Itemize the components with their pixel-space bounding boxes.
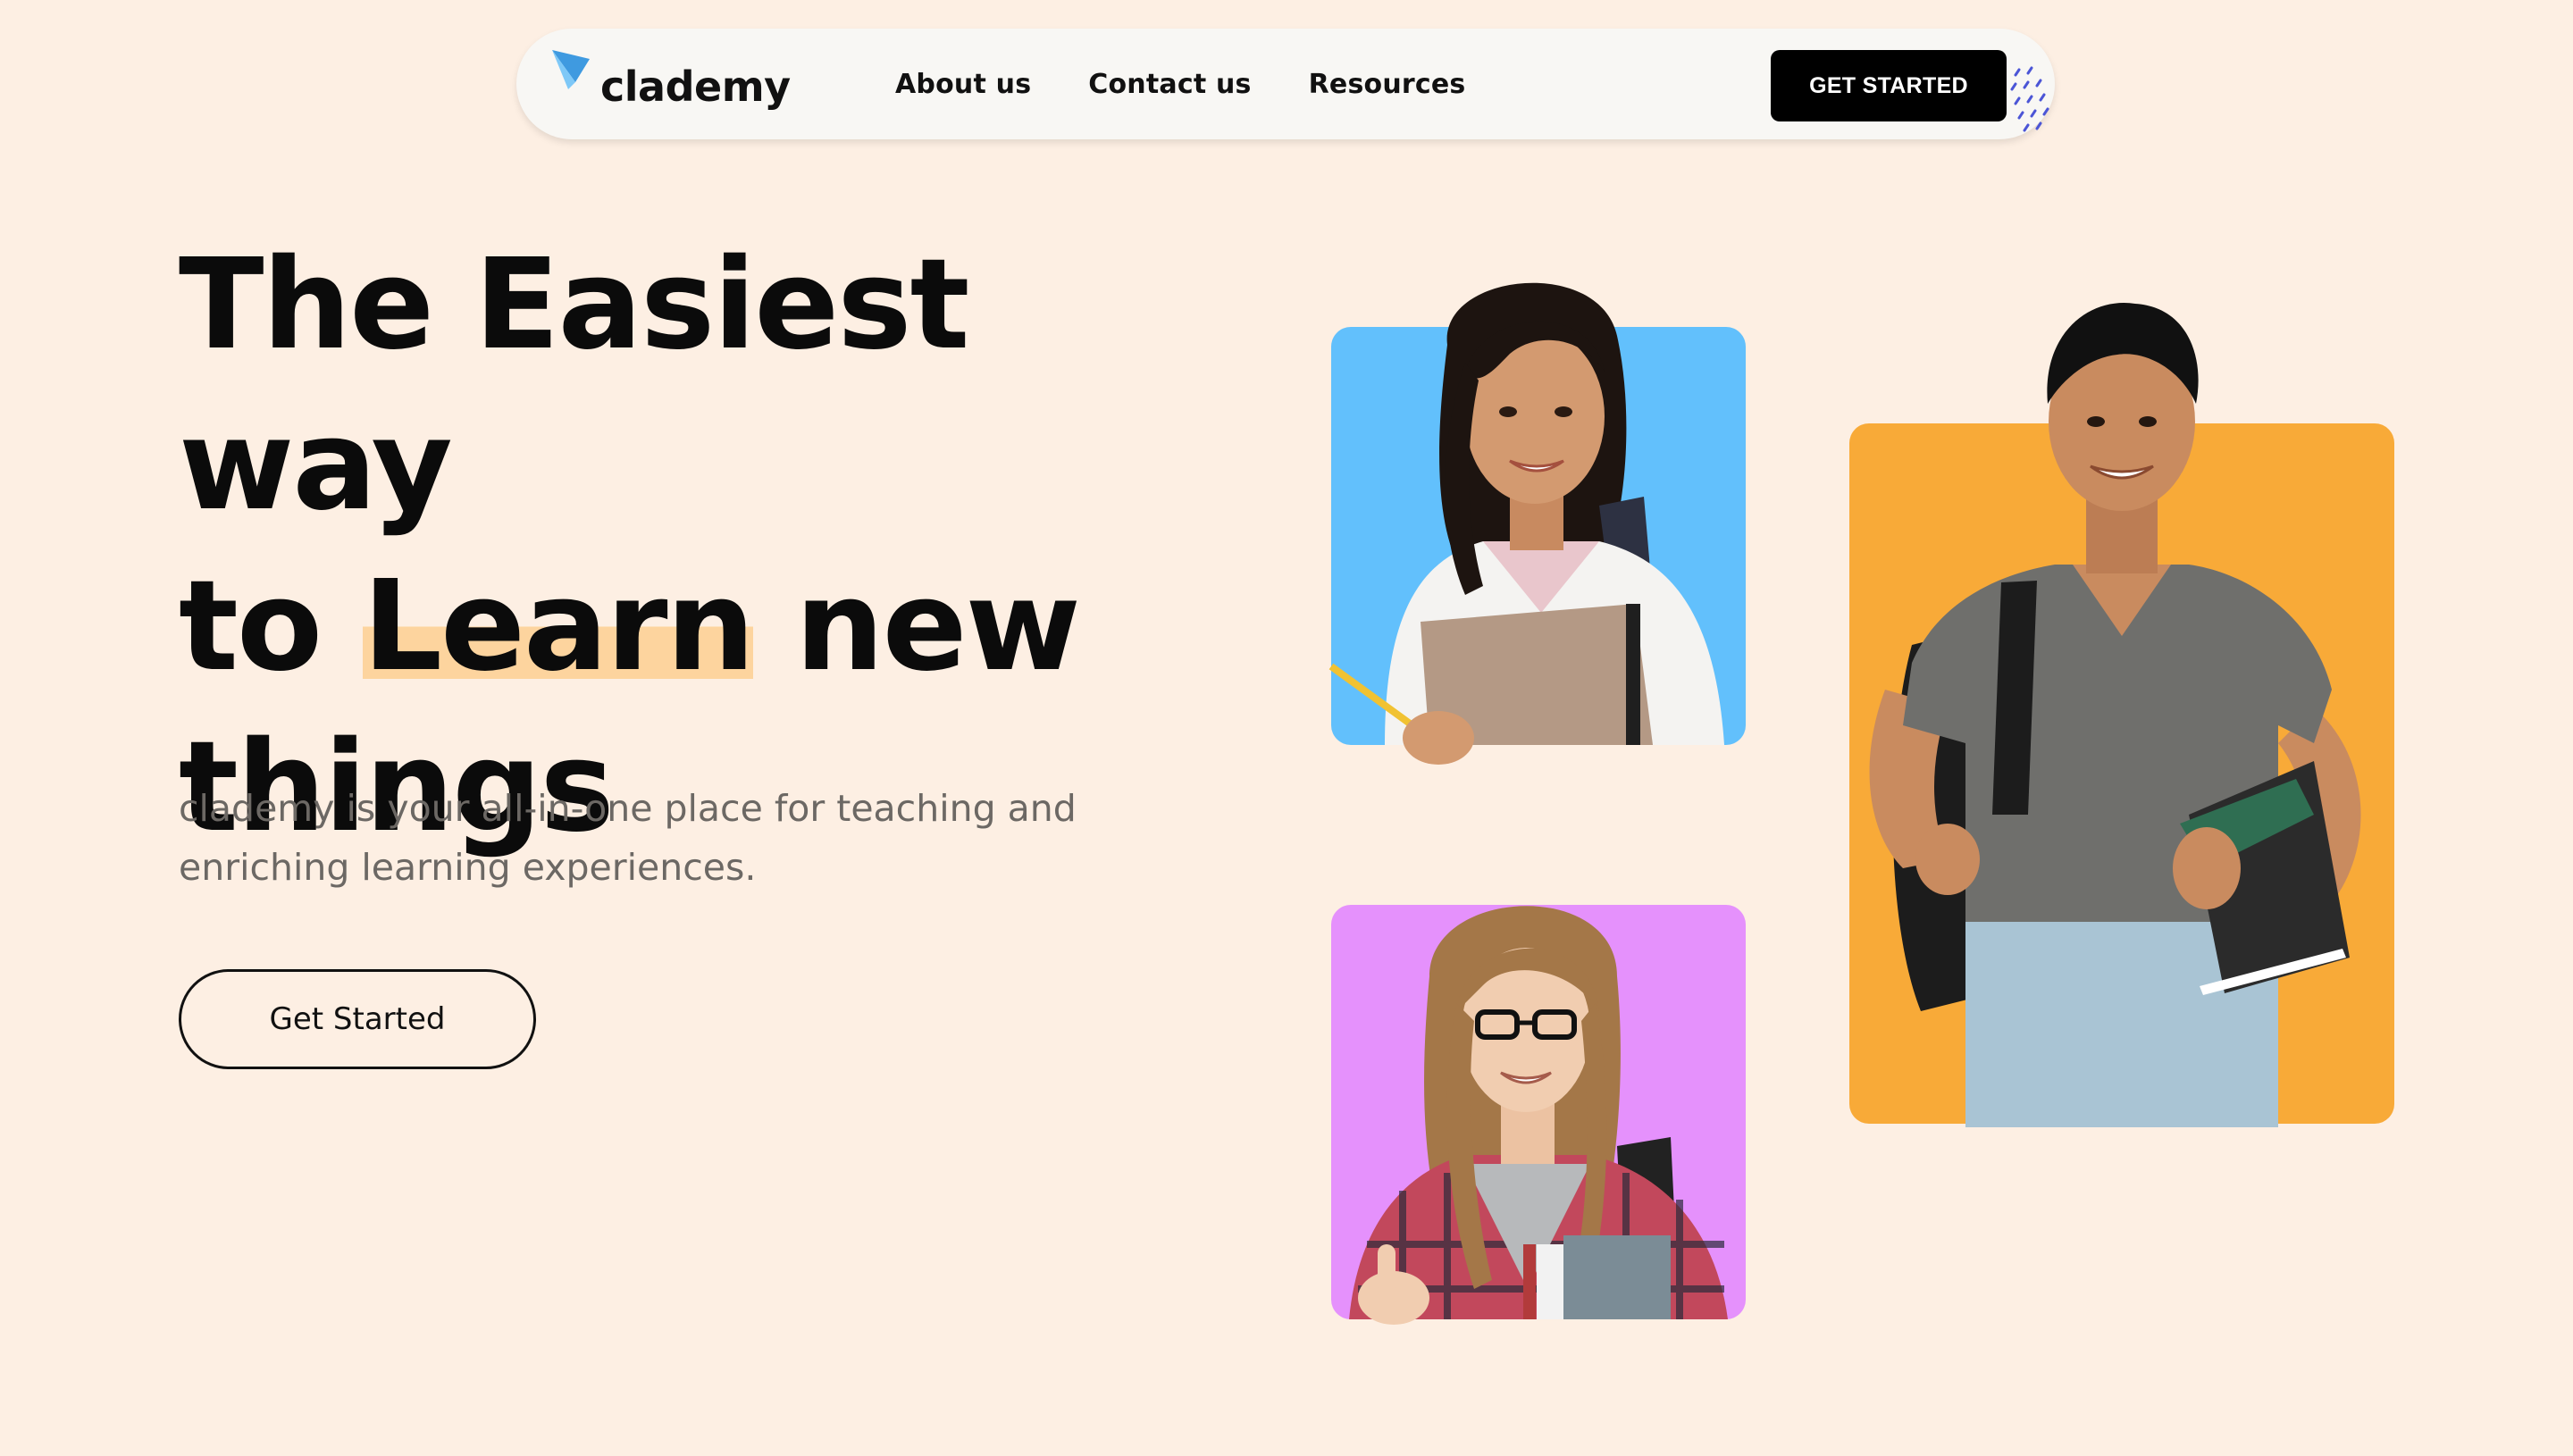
headline-line-2-prefix: to — [179, 554, 363, 699]
nav-link-contact-us[interactable]: Contact us — [1088, 69, 1251, 100]
student-girl-with-folder-image — [1328, 282, 1724, 765]
nav-link-about-us[interactable]: About us — [895, 69, 1031, 100]
nav-links: About us Contact us Resources — [895, 29, 1522, 139]
student-photo-card-orange — [1849, 302, 2394, 1127]
subtitle-line-1: clademy is your all-in-one place for tea… — [179, 787, 1077, 830]
decorative-dots-icon — [2010, 66, 2049, 132]
student-girl-with-glasses-image — [1349, 906, 1728, 1325]
subtitle-line-2: enriching learning experiences. — [179, 846, 757, 889]
headline-highlight-word: Learn — [362, 554, 755, 699]
hero-get-started-button[interactable]: Get Started — [179, 969, 536, 1069]
nav-link-resources[interactable]: Resources — [1309, 69, 1466, 100]
brand-name: clademy — [600, 63, 791, 111]
student-photo-card-purple — [1331, 905, 1746, 1325]
student-photo-card-blue — [1328, 282, 1746, 765]
brand-logo[interactable]: clademy — [549, 39, 791, 129]
headline-line-1: The Easiest way — [179, 232, 969, 539]
hero-subtitle: clademy is your all-in-one place for tea… — [179, 779, 1161, 897]
student-boy-with-books-image — [1869, 302, 2361, 1127]
nav-get-started-button[interactable]: GET STARTED — [1771, 50, 2007, 121]
paper-plane-logo-icon — [552, 50, 590, 89]
hero-headline: The Easiest way to Learn new things — [179, 225, 1251, 868]
headline-line-2-suffix: new — [753, 554, 1081, 699]
navbar: clademy About us Contact us Resources GE… — [516, 29, 2055, 139]
